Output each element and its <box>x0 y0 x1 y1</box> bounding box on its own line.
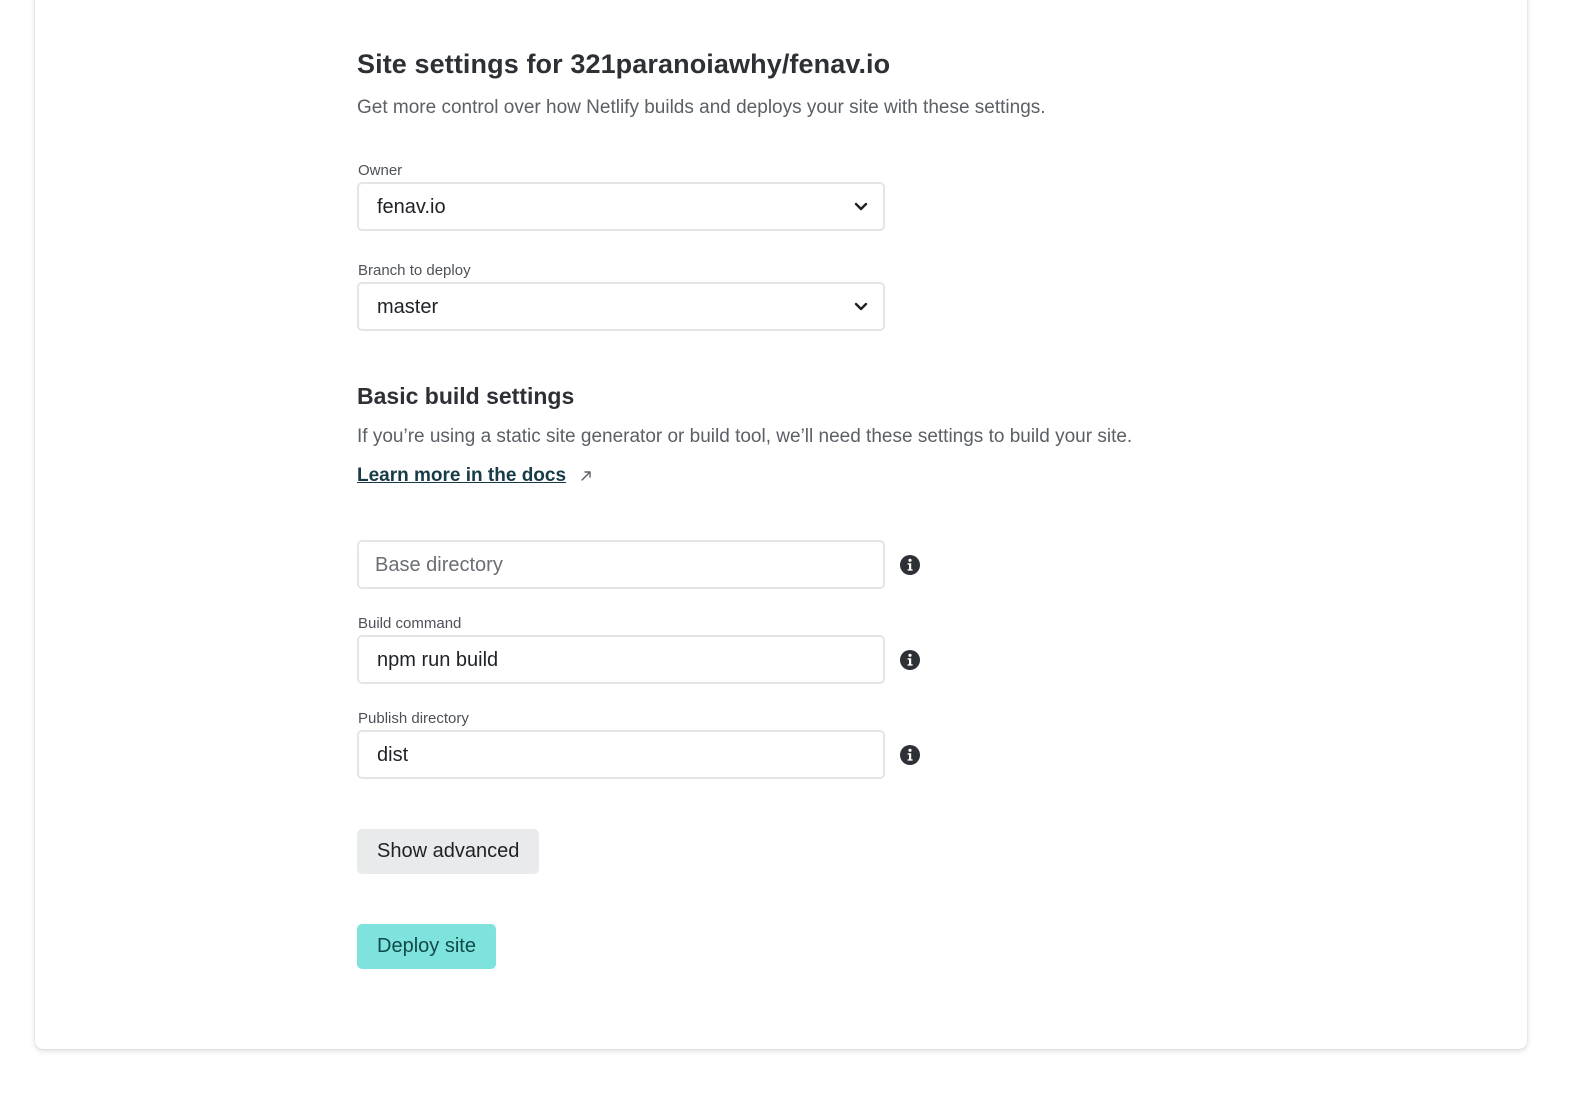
owner-select-value: fenav.io <box>377 196 446 218</box>
page-subtitle: Get more control over how Netlify builds… <box>357 97 1046 118</box>
page-title: Site settings for 321paranoiawhy/fenav.i… <box>357 49 891 79</box>
external-link-icon <box>581 471 591 481</box>
owner-select[interactable]: fenav.io <box>357 182 885 231</box>
info-icon[interactable] <box>899 554 921 576</box>
owner-label: Owner <box>358 162 403 179</box>
publish-directory-label: Publish directory <box>358 710 469 727</box>
build-command-label: Build command <box>358 615 462 632</box>
info-icon[interactable] <box>899 649 921 671</box>
publish-directory-value: dist <box>377 744 409 766</box>
docs-link[interactable]: Learn more in the docs <box>357 465 566 487</box>
build-command-input[interactable]: npm run build <box>357 635 885 684</box>
deploy-site-button[interactable]: Deploy site <box>357 924 496 969</box>
branch-select-value: master <box>377 296 439 318</box>
branch-label: Branch to deploy <box>358 262 471 279</box>
build-settings-title: Basic build settings <box>357 383 575 409</box>
build-command-value: npm run build <box>377 649 499 671</box>
base-directory-placeholder: Base directory <box>375 554 503 576</box>
branch-select[interactable]: master <box>357 282 885 331</box>
settings-card: Site settings for 321paranoiawhy/fenav.i… <box>35 0 1527 1049</box>
info-icon[interactable] <box>899 744 921 766</box>
build-settings-description: If you’re using a static site generator … <box>357 426 1133 447</box>
chevron-down-icon <box>854 202 868 211</box>
base-directory-input[interactable]: Base directory <box>357 540 885 589</box>
publish-directory-input[interactable]: dist <box>357 730 885 779</box>
show-advanced-button[interactable]: Show advanced <box>357 829 540 874</box>
chevron-down-icon <box>854 302 868 311</box>
